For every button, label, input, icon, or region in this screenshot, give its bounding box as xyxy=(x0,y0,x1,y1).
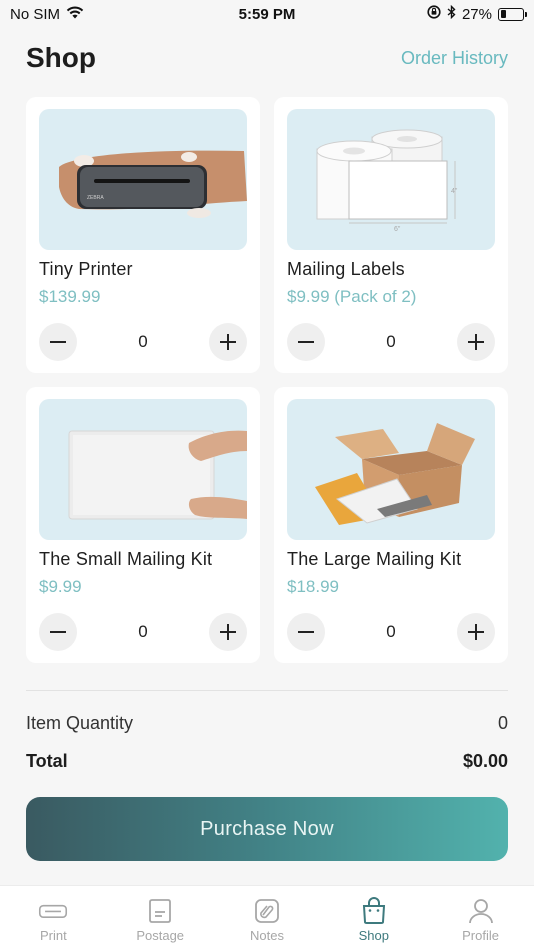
decrement-button[interactable] xyxy=(287,613,325,651)
bluetooth-icon xyxy=(447,4,456,23)
profile-icon xyxy=(466,896,496,926)
product-card-tiny-printer[interactable]: ZEBRA Tiny Printer $139.99 0 xyxy=(26,97,260,373)
quantity-value: 0 xyxy=(386,622,396,641)
quantity-stepper: 0 xyxy=(287,323,495,361)
large-mailing-kit-image xyxy=(287,399,495,540)
orientation-lock-icon xyxy=(427,5,441,23)
label-height-dimension: 4" xyxy=(451,188,458,195)
product-name: Tiny Printer xyxy=(39,259,133,279)
product-name: Mailing Labels xyxy=(287,259,405,279)
increment-button[interactable] xyxy=(209,613,247,651)
battery-icon xyxy=(498,7,527,21)
quantity-stepper: 0 xyxy=(39,613,247,651)
tab-label: Profile xyxy=(462,928,499,943)
product-price: $9.99 xyxy=(39,577,82,596)
product-price: $9.99 (Pack of 2) xyxy=(287,287,417,306)
item-quantity-label: Item Quantity xyxy=(26,713,134,733)
label-width-dimension: 6" xyxy=(394,226,401,233)
tab-shop[interactable]: Shop xyxy=(334,896,414,943)
quantity-value: 0 xyxy=(386,332,396,351)
page-header: Shop Order History xyxy=(26,36,508,80)
mailing-labels-image: 4" 6" xyxy=(287,109,495,250)
total-row: Total $0.00 xyxy=(26,751,508,772)
product-price: $18.99 xyxy=(287,577,339,596)
printer-brand-logo: ZEBRA xyxy=(87,195,104,201)
tab-print[interactable]: Print xyxy=(13,896,93,943)
minus-icon xyxy=(50,631,66,633)
battery-fill xyxy=(500,10,507,18)
tab-label: Postage xyxy=(136,928,185,943)
product-grid: ZEBRA Tiny Printer $139.99 0 4" 6" Maili… xyxy=(26,97,508,663)
quantity-value: 0 xyxy=(138,622,148,641)
summary-divider xyxy=(26,690,508,691)
tab-label: Notes xyxy=(250,928,284,943)
quantity-stepper: 0 xyxy=(287,613,495,651)
plus-icon xyxy=(220,334,236,350)
tab-label: Shop xyxy=(358,928,389,943)
tab-postage[interactable]: Postage xyxy=(120,896,200,943)
page-title: Shop xyxy=(26,42,96,73)
status-bar: No SIM 5:59 PM 27% xyxy=(0,0,534,28)
product-price: $139.99 xyxy=(39,287,101,306)
clock: 5:59 PM xyxy=(238,5,296,23)
minus-icon xyxy=(298,631,314,633)
minus-icon xyxy=(50,341,66,343)
wifi-icon xyxy=(66,6,84,23)
decrement-button[interactable] xyxy=(287,323,325,361)
decrement-button[interactable] xyxy=(39,613,77,651)
minus-icon xyxy=(298,341,314,343)
quantity-stepper: 0 xyxy=(39,323,247,361)
increment-button[interactable] xyxy=(457,323,495,361)
plus-icon xyxy=(468,624,484,640)
total-label: Total xyxy=(26,751,68,771)
increment-button[interactable] xyxy=(209,323,247,361)
tab-bar: Print Postage Notes Shop Profile xyxy=(0,885,534,950)
printer-icon xyxy=(38,896,68,926)
purchase-now-button[interactable]: Purchase Now xyxy=(26,797,508,861)
notes-icon xyxy=(252,896,282,926)
order-history-link[interactable]: Order History xyxy=(401,48,508,69)
tiny-printer-image: ZEBRA xyxy=(39,109,247,250)
plus-icon xyxy=(220,624,236,640)
item-quantity-row: Item Quantity 0 xyxy=(26,713,508,734)
battery-percent: 27% xyxy=(461,5,492,23)
carrier-label: No SIM xyxy=(10,5,61,23)
total-value: $0.00 xyxy=(462,751,508,771)
quantity-value: 0 xyxy=(138,332,148,351)
item-quantity-value: 0 xyxy=(497,713,508,733)
product-card-small-mailing-kit[interactable]: The Small Mailing Kit $9.99 0 xyxy=(26,387,260,663)
product-name: The Small Mailing Kit xyxy=(39,549,213,569)
decrement-button[interactable] xyxy=(39,323,77,361)
shopping-bag-icon xyxy=(359,896,389,926)
product-card-large-mailing-kit[interactable]: The Large Mailing Kit $18.99 0 xyxy=(274,387,508,663)
increment-button[interactable] xyxy=(457,613,495,651)
small-mailing-kit-image xyxy=(39,399,247,540)
tab-notes[interactable]: Notes xyxy=(227,896,307,943)
product-name: The Large Mailing Kit xyxy=(287,549,462,569)
postage-icon xyxy=(145,896,175,926)
tab-profile[interactable]: Profile xyxy=(441,896,521,943)
tab-label: Print xyxy=(40,928,67,943)
plus-icon xyxy=(468,334,484,350)
product-card-mailing-labels[interactable]: 4" 6" Mailing Labels $9.99 (Pack of 2) 0 xyxy=(274,97,508,373)
